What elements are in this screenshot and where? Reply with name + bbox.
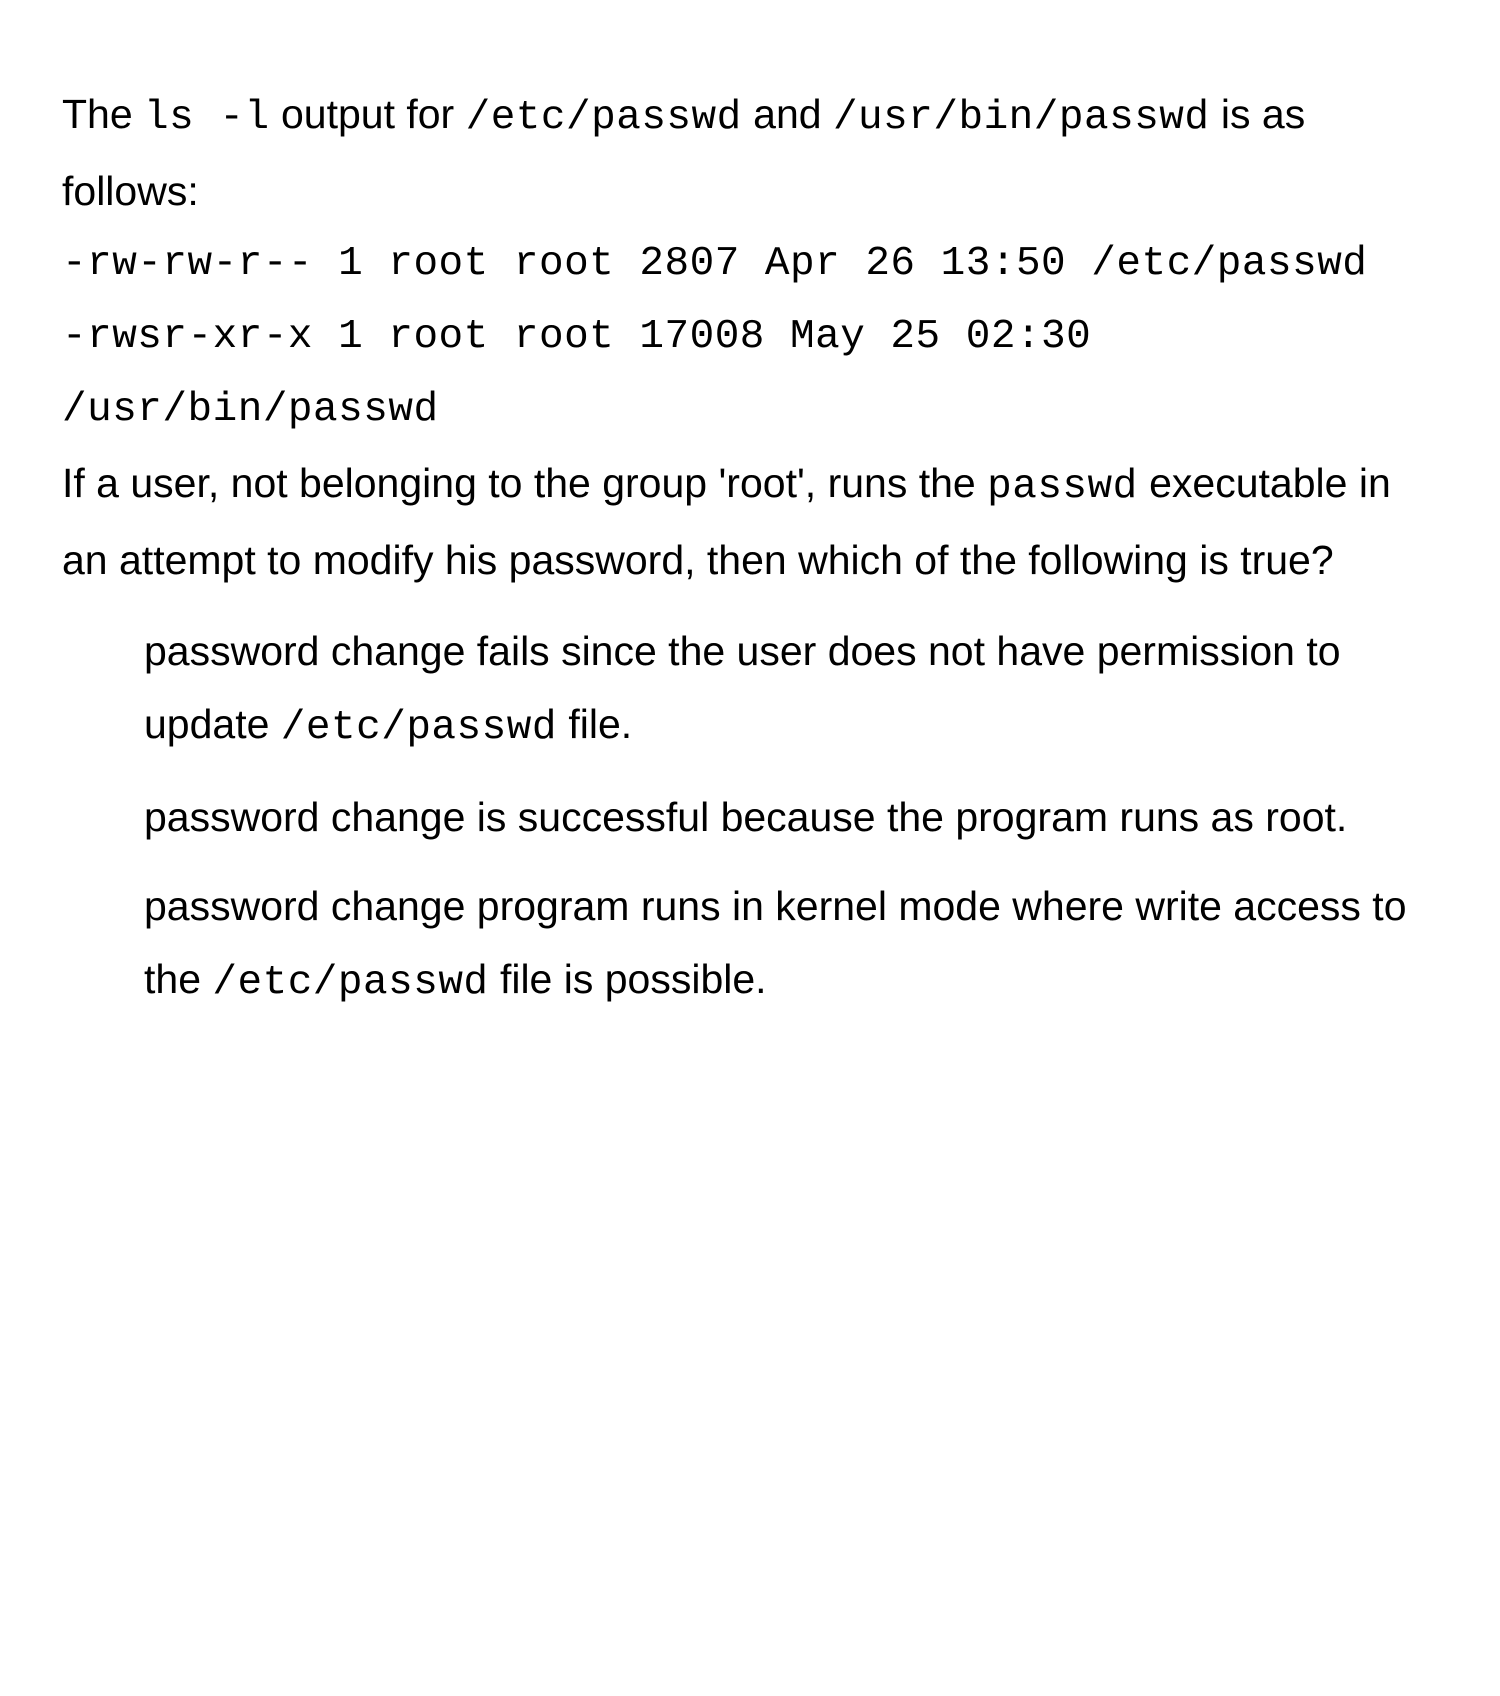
question-body: The ls -l output for /etc/passwd and /us… <box>62 78 1438 597</box>
option-c: password change program runs in kernel m… <box>144 870 1438 1020</box>
question-sentence: If a user, not belonging to the group 'r… <box>62 447 1438 597</box>
cmd-passwd: passwd <box>987 464 1138 510</box>
option-c-code: /etc/passwd <box>212 960 488 1006</box>
option-a-code: /etc/passwd <box>281 705 557 751</box>
intro-mid: output for <box>270 91 466 137</box>
cmd-ls: ls -l <box>144 95 270 141</box>
option-b-text: password change is successful because th… <box>144 794 1347 840</box>
intro-pre: The <box>62 91 144 137</box>
option-c-post: file is possible. <box>489 956 767 1002</box>
option-a: password change fails since the user doe… <box>144 615 1438 765</box>
path-etc-passwd: /etc/passwd <box>466 95 742 141</box>
question-intro: The ls -l output for /etc/passwd and /us… <box>62 78 1438 228</box>
sentence2-pre: If a user, not belonging to the group 'r… <box>62 460 987 506</box>
option-b: password change is successful because th… <box>144 781 1438 854</box>
ls-output-line-1: -rw-rw-r-- 1 root root 2807 Apr 26 13:50… <box>62 228 1438 301</box>
options-list: password change fails since the user doe… <box>62 615 1438 1020</box>
ls-output-line-2: -rwsr-xr-x 1 root root 17008 May 25 02:3… <box>62 301 1438 447</box>
path-usr-bin-passwd: /usr/bin/passwd <box>833 95 1210 141</box>
intro-and: and <box>742 91 833 137</box>
option-a-post: file. <box>557 701 632 747</box>
